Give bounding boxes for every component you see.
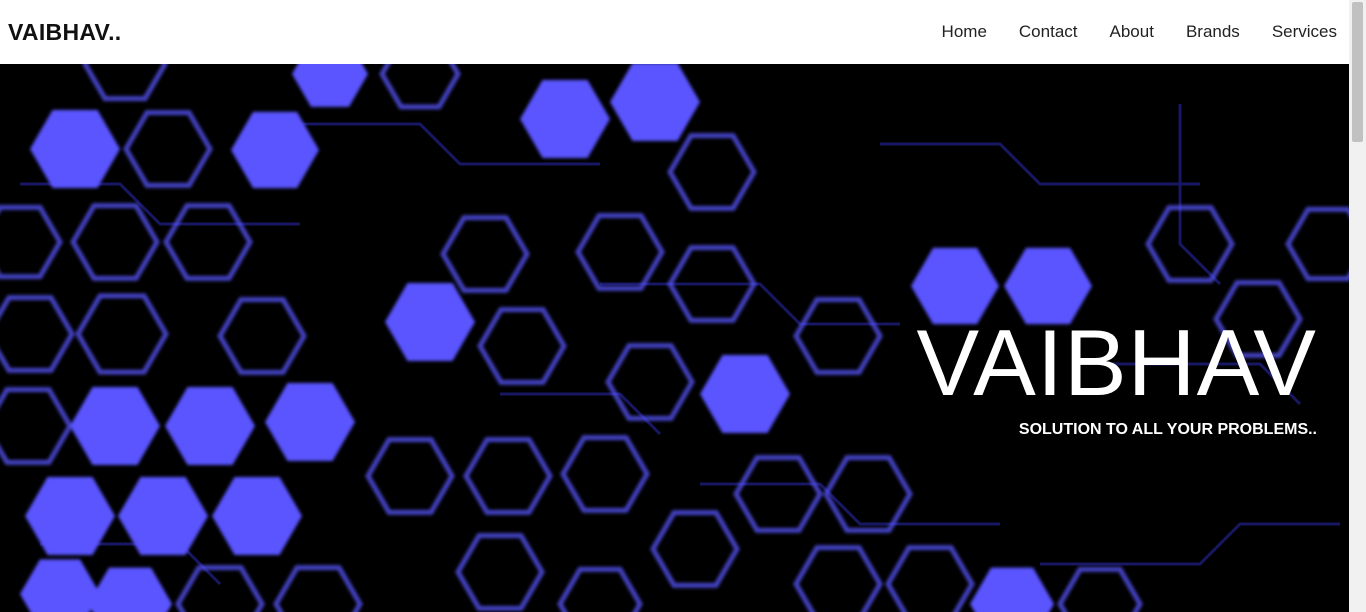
nav-link-contact[interactable]: Contact <box>1019 22 1078 42</box>
brand-logo[interactable]: VAIBHAV.. <box>8 19 121 46</box>
nav-link-home[interactable]: Home <box>942 22 987 42</box>
scrollbar-thumb[interactable] <box>1352 2 1363 142</box>
hero-tagline: SOLUTION TO ALL YOUR PROBLEMS.. <box>1018 421 1317 438</box>
hero-section: VAIBHAV SOLUTION TO ALL YOUR PROBLEMS.. <box>0 64 1349 612</box>
nav-link-brands[interactable]: Brands <box>1186 22 1240 42</box>
nav-link-services[interactable]: Services <box>1272 22 1337 42</box>
top-navbar: VAIBHAV.. Home Contact About Brands Serv… <box>0 0 1349 64</box>
nav-links: Home Contact About Brands Services <box>910 22 1337 42</box>
nav-link-about[interactable]: About <box>1110 22 1154 42</box>
page-scrollbar[interactable] <box>1349 0 1366 612</box>
hero-title: VAIBHAV <box>916 310 1317 415</box>
